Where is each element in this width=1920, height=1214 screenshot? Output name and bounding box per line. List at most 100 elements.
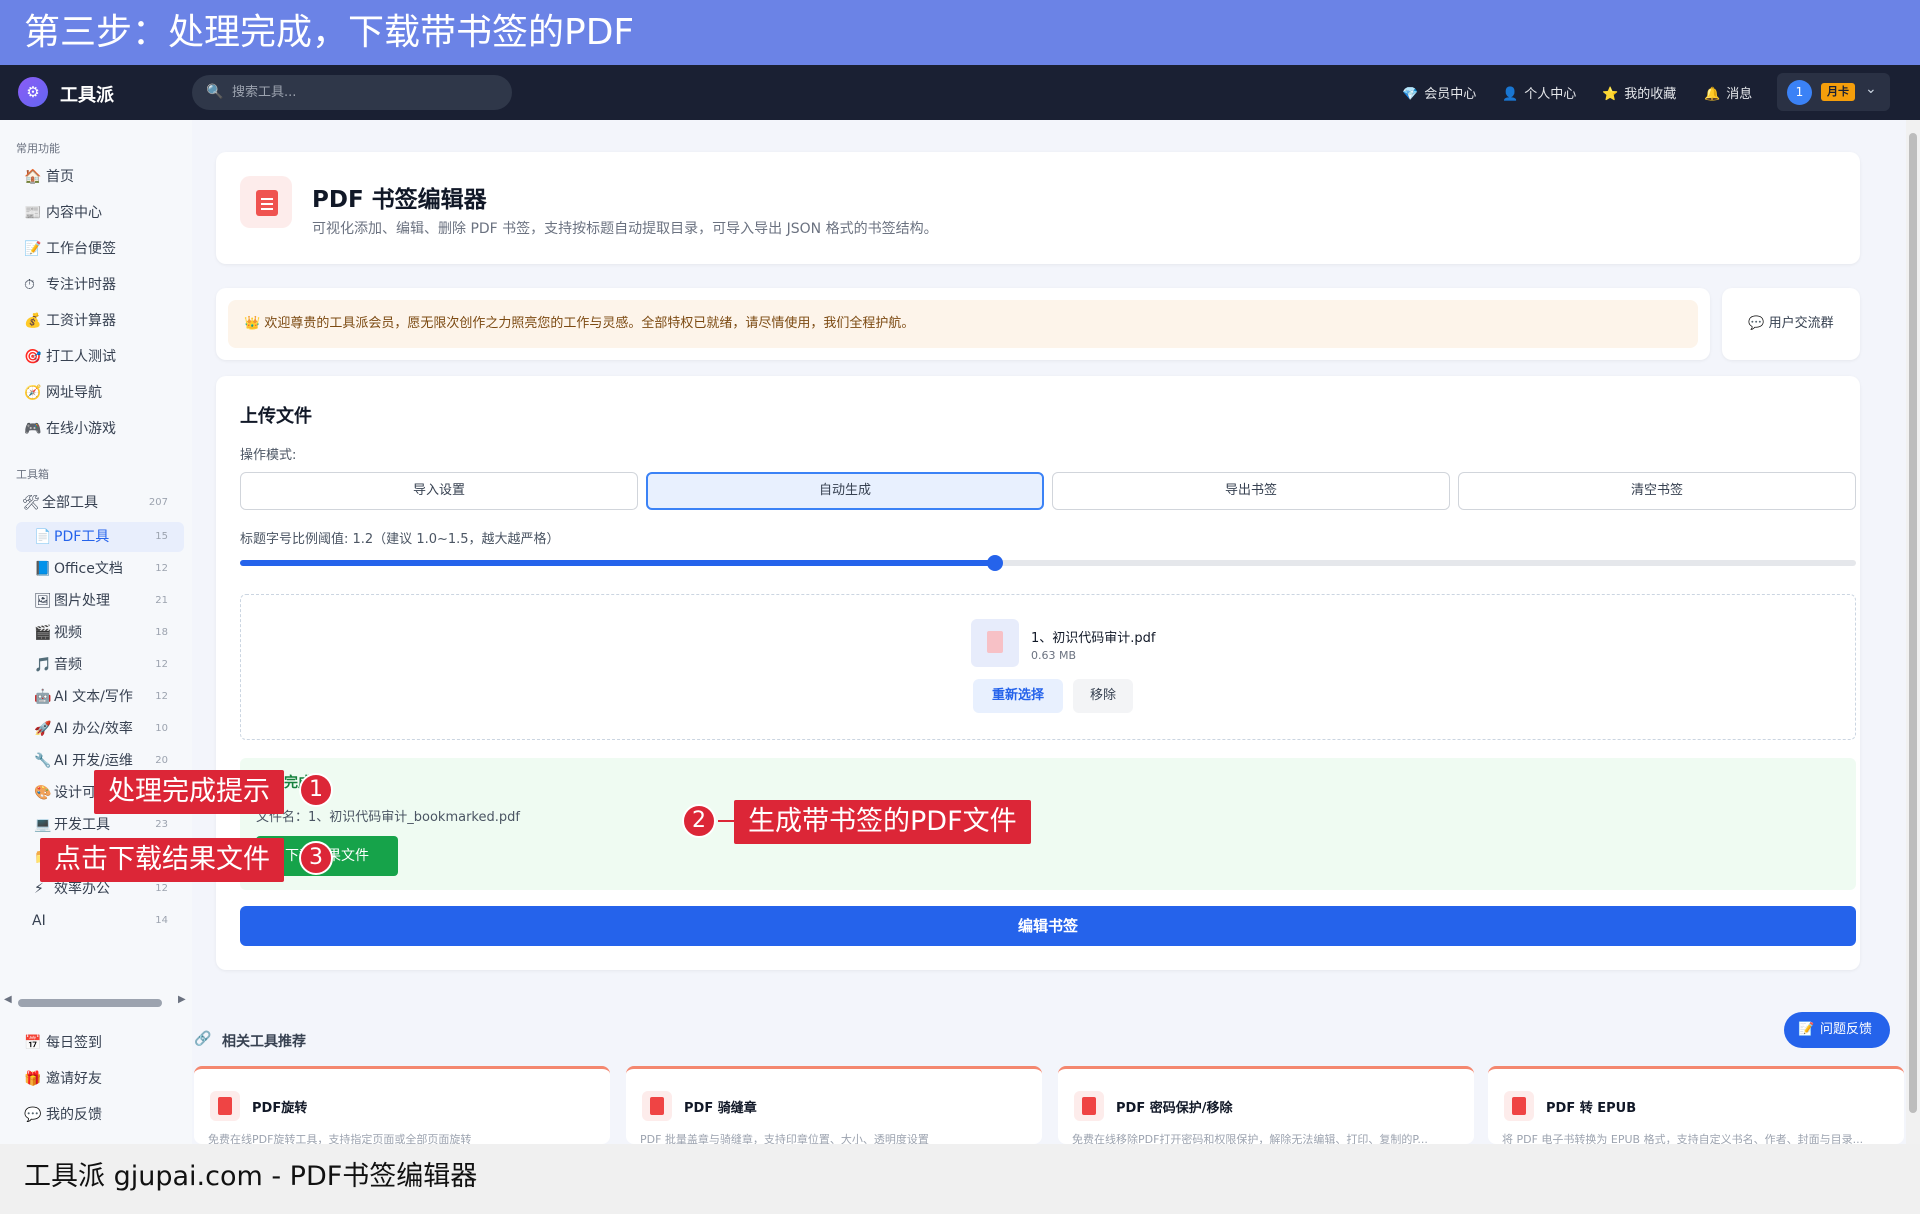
edit-bookmarks-button[interactable]: 编辑书签 [240, 906, 1856, 946]
sidebar-horizontal-scrollbar[interactable] [18, 999, 162, 1007]
sidebar-item-label: 工资计算器 [46, 313, 116, 329]
sidebar-item-label: AI [32, 913, 46, 929]
nav-label: 我的收藏 [1624, 87, 1677, 102]
feedback-icon: 📝 [1798, 1022, 1815, 1037]
mode-export-button[interactable]: 导出书签 [1052, 472, 1450, 510]
sidebar-item-label: 工作台便签 [46, 241, 116, 257]
recommend-title: 相关工具推荐 [222, 1034, 306, 1050]
sidebar-item-dev-tools[interactable]: 💻 开发工具 23 [16, 810, 184, 840]
recommend-card[interactable]: PDF旋转 免费在线PDF旋转工具，支持指定页面或全部页面旋转 [194, 1066, 610, 1144]
page-scrollbar-thumb[interactable] [1909, 133, 1917, 1113]
nav-member-center[interactable]: 💎 会员中心 [1402, 83, 1476, 102]
mode-auto-generate-button[interactable]: 自动生成 [646, 472, 1044, 510]
sidebar-item-label: 在线小游戏 [46, 421, 116, 437]
recommend-card[interactable]: PDF 转 EPUB 将 PDF 电子书转换为 EPUB 格式，支持自定义书名、… [1488, 1066, 1904, 1144]
sidebar-item-salary[interactable]: 💰 工资计算器 [24, 310, 116, 330]
compass-icon: 🧭 [24, 385, 42, 401]
sidebar-item-url-nav[interactable]: 🧭 网址导航 [24, 382, 102, 402]
sidebar-item-label: 内容中心 [46, 205, 102, 221]
sidebar-item-label: AI 文本/写作 [54, 689, 133, 705]
mode-import-button[interactable]: 导入设置 [240, 472, 638, 510]
nav-messages[interactable]: 🔔 消息 [1704, 83, 1752, 102]
brand-name[interactable]: 工具派 [60, 81, 114, 107]
sidebar-item-home[interactable]: 🏠 首页 [24, 166, 74, 186]
sidebar-item-checkin[interactable]: 📅 每日签到 [24, 1032, 102, 1052]
sidebar-item-label: 效率办公 [54, 881, 110, 897]
sidebar-item-content[interactable]: 📰 内容中心 [24, 202, 102, 222]
page-description: 可视化添加、编辑、删除 PDF 书签，支持按标题自动提取目录，可导入导出 JSO… [312, 221, 938, 237]
item-count: 10 [155, 723, 168, 734]
annotation-label-1: 处理完成提示 [94, 770, 284, 814]
sidebar-item-label: AI 办公/效率 [54, 721, 133, 737]
pdf-icon: 📄 [34, 529, 52, 545]
sidebar-item-ai-writing[interactable]: 🤖 AI 文本/写作 12 [16, 682, 184, 712]
recommend-card[interactable]: PDF 密码保护/移除 免费在线移除PDF打开密码和权限保护，解除无法编辑、打印… [1058, 1066, 1474, 1144]
nav-favorites[interactable]: ⭐ 我的收藏 [1602, 83, 1676, 102]
annotation-label-3: 点击下载结果文件 [40, 838, 284, 882]
item-count: 23 [155, 819, 168, 830]
item-count: 12 [155, 691, 168, 702]
sidebar-item-label: Office文档 [54, 561, 123, 577]
threshold-slider[interactable] [240, 555, 1856, 571]
sidebar-item-feedback[interactable]: 💬 我的反馈 [24, 1104, 102, 1124]
sidebar-item-audio[interactable]: 🎵 音频 12 [16, 650, 184, 680]
remove-button[interactable]: 移除 [1073, 679, 1133, 713]
sidebar-item-label: 音频 [54, 657, 82, 673]
search-icon: 🔍 [206, 84, 224, 100]
item-count: 14 [155, 915, 168, 926]
link-icon: 🔗 [194, 1031, 212, 1047]
sidebar: 常用功能 🏠 首页 📰 内容中心 📝 工作台便签 ⏱ 专注计时器 💰 工资计算器 🎯 打工人… [0, 120, 192, 1144]
upload-card: 上传文件 操作模式: 导入设置 自动生成 导出书签 清空书签 标题字号比例阈值:… [216, 376, 1860, 970]
scroll-right-arrow[interactable]: ▶ [178, 994, 186, 1005]
feedback-button[interactable]: 📝 问题反馈 [1784, 1012, 1890, 1048]
sidebar-item-image[interactable]: 🖼 图片处理 21 [16, 586, 184, 616]
avatar: 1 [1787, 80, 1812, 105]
member-notice: 👑 欢迎尊贵的工具派会员，愿无限次创作之力照亮您的工作与灵感。全部特权已就绪，请… [228, 300, 1698, 348]
file-icon [971, 619, 1019, 667]
sidebar-item-worker-test[interactable]: 🎯 打工人测试 [24, 346, 116, 366]
home-icon: 🏠 [24, 169, 42, 185]
gift-icon: 🎁 [24, 1071, 42, 1087]
tutorial-step-banner: 第三步：处理完成，下载带书签的PDF [0, 0, 1920, 65]
search-placeholder: 搜索工具... [232, 85, 297, 100]
calendar-icon: 📅 [24, 1035, 42, 1051]
user-menu[interactable]: 1 月卡 ⌄ [1777, 73, 1890, 111]
sidebar-item-pdf-tools[interactable]: 📄 PDF工具 15 [16, 522, 184, 552]
money-bag-icon: 💰 [24, 313, 42, 329]
sidebar-item-office[interactable]: 📘 Office文档 12 [16, 554, 184, 584]
search-input[interactable]: 🔍 搜索工具... [192, 75, 512, 110]
group-button-label: 用户交流群 [1768, 316, 1834, 331]
sidebar-item-invite[interactable]: 🎁 邀请好友 [24, 1068, 102, 1088]
mode-clear-button[interactable]: 清空书签 [1458, 472, 1856, 510]
sidebar-item-all-tools[interactable]: 🛠 全部工具 207 [16, 488, 184, 518]
pdf-rotate-icon [210, 1091, 240, 1121]
sidebar-item-video[interactable]: 🎬 视频 18 [16, 618, 184, 648]
scroll-left-arrow[interactable]: ◀ [4, 994, 12, 1005]
robot-icon: 🤖 [34, 689, 52, 705]
recommend-card[interactable]: PDF 骑缝章 PDF 批量盖章与骑缝章，支持印章位置、大小、透明度设置 [626, 1066, 1042, 1144]
diamond-icon: 💎 [1402, 87, 1419, 102]
file-size: 0.63 MB [1031, 649, 1077, 662]
sidebar-item-label: 我的反馈 [46, 1107, 102, 1123]
sidebar-item-games[interactable]: 🎮 在线小游戏 [24, 418, 116, 438]
user-group-button[interactable]: 💬 用户交流群 [1722, 288, 1860, 360]
nav-personal-center[interactable]: 👤 个人中心 [1502, 83, 1576, 102]
sidebar-item-notes[interactable]: 📝 工作台便签 [24, 238, 116, 258]
member-notice-card: 👑 欢迎尊贵的工具派会员，愿无限次创作之力照亮您的工作与灵感。全部特权已就绪，请… [216, 288, 1710, 360]
sidebar-item-timer[interactable]: ⏱ 专注计时器 [24, 274, 116, 294]
reselect-button[interactable]: 重新选择 [973, 679, 1063, 713]
file-dropzone[interactable]: 1、初识代码审计.pdf 0.63 MB 重新选择 移除 [240, 594, 1856, 740]
sidebar-item-label: 邀请好友 [46, 1071, 102, 1087]
logo-icon[interactable]: ⚙ [18, 77, 48, 107]
rocket-icon: 🚀 [34, 721, 52, 737]
slider-handle[interactable] [986, 555, 1003, 571]
epub-icon [1504, 1091, 1534, 1121]
clapper-icon: 🎬 [34, 625, 52, 641]
sidebar-item-label: 首页 [46, 169, 74, 185]
sidebar-item-ai-office[interactable]: 🚀 AI 办公/效率 10 [16, 714, 184, 744]
sidebar-item-ai[interactable]: AI 14 [16, 906, 184, 936]
annotation-label-2: 生成带书签的PDF文件 [734, 800, 1031, 844]
stopwatch-icon: ⏱ [24, 277, 35, 293]
result-filename: 文件名：1、初识代码审计_bookmarked.pdf [256, 810, 520, 825]
annotation-marker-3: 3 [299, 841, 333, 875]
